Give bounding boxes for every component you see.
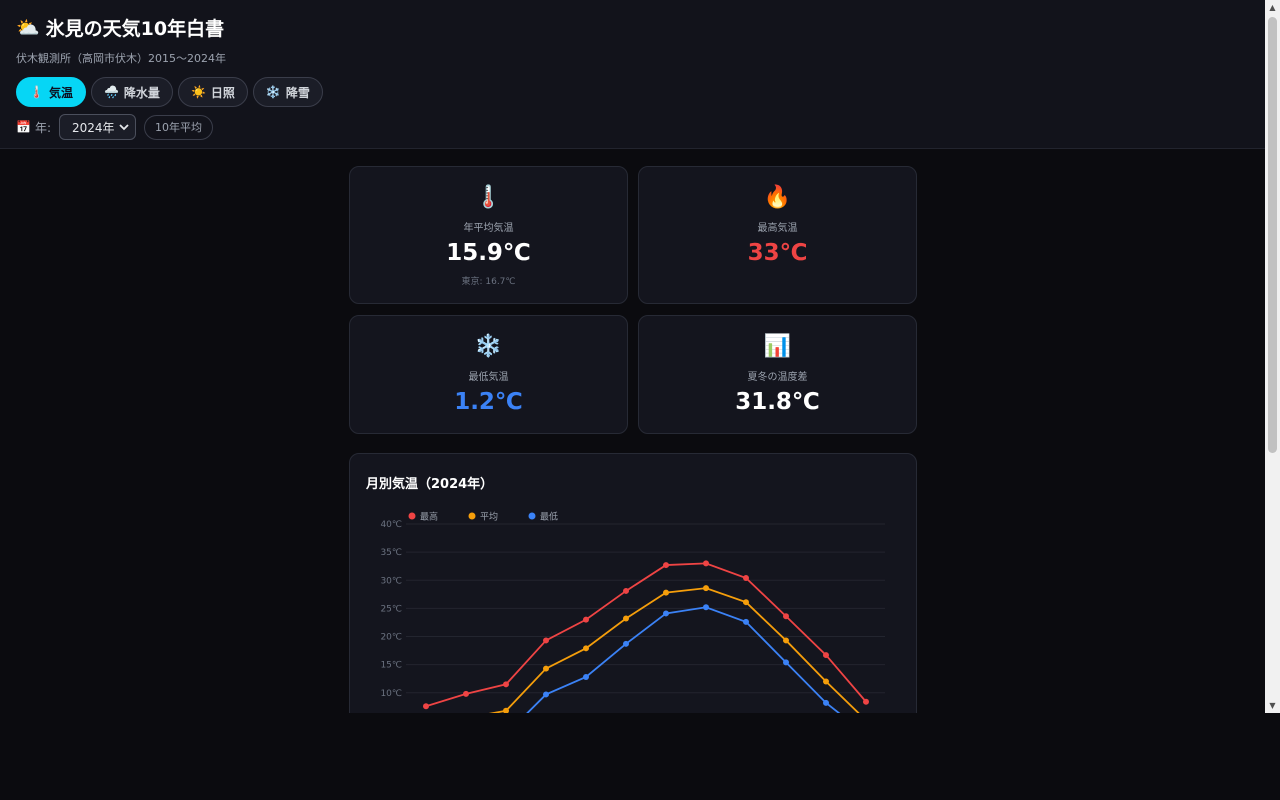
y-tick-label: 10℃ [380,689,402,699]
data-point [583,645,589,652]
summary-cards: 🌡️ 年平均気温 15.9℃ 東京: 16.7℃ 🔥 最高気温 33℃ ❄️ 最… [349,166,917,434]
card-comparison: 東京: 16.7℃ [461,277,516,287]
card-value: 1.2℃ [454,389,523,415]
data-point [583,616,589,623]
tab-label: 日照 [210,85,235,100]
data-point [863,698,869,705]
page-title-text: 氷見の天気10年白書 [45,18,225,40]
data-point [823,678,829,685]
rain-cloud-icon: 🌧️ [103,85,119,99]
tab-label: 降水量 [123,85,160,100]
data-point [543,665,549,672]
sun-cloud-icon: ⛅ [16,17,40,39]
temperature-range-card: 📊 夏冬の温度差 31.8℃ [638,315,917,434]
thermometer-icon: 🌡️ [474,185,503,210]
data-point [663,589,669,596]
data-point [623,640,629,647]
data-point [663,562,669,569]
legend-label: 平均 [480,511,498,523]
y-tick-label: 25℃ [380,604,402,614]
tab-temperature[interactable]: 🌡️ 気温 [16,77,86,107]
data-point [743,618,749,625]
page-subtitle: 伏木観測所（高岡市伏木）2015〜2024年 [16,52,226,65]
max-temperature-card: 🔥 最高気温 33℃ [638,166,917,304]
tab-precipitation[interactable]: 🌧️ 降水量 [90,77,173,107]
fire-icon: 🔥 [763,185,792,210]
legend-label: 最高 [420,511,438,523]
chevron-down-icon [119,124,129,131]
vertical-scrollbar[interactable]: ▲ ▼ [1265,0,1280,713]
year-select[interactable]: 2024年 [59,114,136,140]
min-temperature-card: ❄️ 最低気温 1.2℃ [349,315,628,434]
year-label: 📅 年: [16,119,51,136]
data-point [743,599,749,606]
monthly-temperature-chart-card: 月別気温（2024年） 5℃10℃15℃20℃25℃30℃35℃40℃最高平均最… [349,453,917,713]
tab-label: 降雪 [285,85,310,100]
card-value: 15.9℃ [446,240,531,266]
ten-year-average-button[interactable]: 10年平均 [144,114,213,140]
data-point [703,585,709,592]
data-point [663,610,669,617]
bar-chart-icon: 📊 [763,334,792,359]
monthly-temperature-chart: 5℃10℃15℃20℃25℃30℃35℃40℃最高平均最低 [380,511,885,713]
data-point [503,681,509,688]
legend-label: 最低 [540,511,558,523]
tab-label: 気温 [48,85,73,100]
legend-marker [408,512,416,520]
legend-marker [528,512,536,520]
y-tick-label: 30℃ [380,576,402,586]
card-label: 最高気温 [757,223,798,234]
card-value: 33℃ [747,240,808,266]
tab-snowfall[interactable]: ❄️ 降雪 [252,77,323,107]
scrollbar-thumb[interactable] [1268,17,1277,453]
data-point [543,637,549,644]
data-point [623,615,629,622]
scroll-down-arrow-icon[interactable]: ▼ [1265,698,1280,713]
snowflake-icon: ❄️ [474,334,503,359]
card-label: 夏冬の温度差 [747,372,808,383]
data-point [783,637,789,644]
page-title: ⛅ 氷見の天気10年白書 [16,14,1249,41]
series-line [526,606,841,713]
data-point [703,604,709,611]
data-point [623,587,629,594]
data-point [743,575,749,581]
y-tick-label: 15℃ [380,661,402,671]
y-tick-label: 20℃ [380,633,402,643]
year-select-value: 2024年 [72,120,115,135]
y-tick-label: 40℃ [380,520,402,530]
year-selector-row: 📅 年: 2024年 10年平均 [16,114,1249,140]
calendar-icon: 📅 [16,120,31,134]
series-line [488,587,860,713]
data-point [423,703,429,710]
data-point [543,691,549,698]
app-viewport: ⛅ 氷見の天気10年白書 伏木観測所（高岡市伏木）2015〜2024年 🌡️ 気… [0,0,1265,713]
card-label: 最低気温 [468,372,509,383]
y-tick-label: 35℃ [380,548,402,558]
data-point [703,560,709,567]
data-point [583,674,589,680]
data-point [783,659,789,666]
snowflake-icon: ❄️ [265,85,281,99]
data-point [823,699,829,706]
data-point [783,613,789,620]
page-bottom-area [0,713,1280,800]
card-value: 31.8℃ [735,389,820,415]
year-label-text: 年: [34,120,51,135]
annual-average-card: 🌡️ 年平均気温 15.9℃ 東京: 16.7℃ [349,166,628,304]
data-point [823,652,829,659]
thermometer-icon: 🌡️ [29,85,44,99]
category-tabs: 🌡️ 気温 🌧️ 降水量 ☀️ 日照 ❄️ 降雪 [16,77,1249,107]
series-line [425,562,867,708]
legend-marker [468,512,476,520]
sun-icon: ☀️ [190,85,206,99]
tab-sunshine[interactable]: ☀️ 日照 [177,77,248,107]
card-label: 年平均気温 [463,223,514,234]
data-point [463,690,469,697]
scroll-up-arrow-icon[interactable]: ▲ [1265,0,1280,15]
app-header: ⛅ 氷見の天気10年白書 伏木観測所（高岡市伏木）2015〜2024年 🌡️ 気… [0,0,1265,149]
